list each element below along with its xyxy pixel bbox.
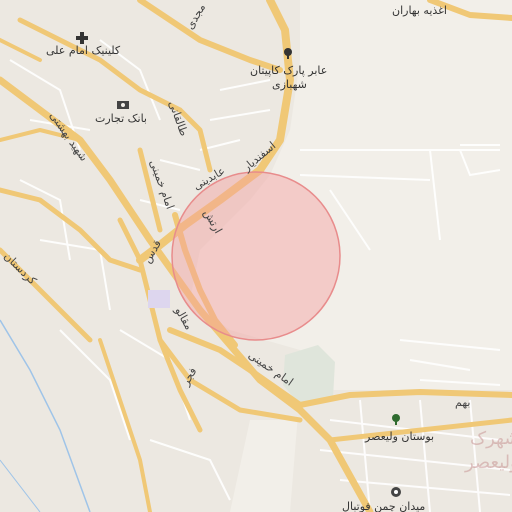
bank-icon[interactable] (117, 99, 129, 111)
garden-icon[interactable] (390, 413, 402, 425)
field-label[interactable]: میدان چمن فوتبال (342, 500, 425, 512)
cross-icon[interactable] (76, 32, 88, 44)
tree-icon[interactable] (282, 47, 294, 59)
town-label-1: شهرک (470, 428, 512, 449)
town-label-2: ولیعصر (465, 452, 512, 473)
clinic-label[interactable]: کلینیک امام علی (46, 44, 120, 57)
road-label-bahman: بهم (455, 396, 471, 409)
bank-label[interactable]: بانک تجارت (95, 112, 147, 125)
map-view[interactable]: کلینیک امام علی بانک تجارت عابر پارک کاپ… (0, 0, 512, 512)
park-label-2[interactable]: شهبازی (272, 78, 307, 91)
food-label[interactable]: اغذیه بهاران (392, 4, 447, 17)
garden-label[interactable]: بوستان ولیعصر (365, 430, 434, 443)
radius-marker (171, 171, 341, 341)
sports-icon[interactable] (390, 486, 402, 498)
park-label[interactable]: عابر پارک کاپیتان (250, 64, 327, 77)
